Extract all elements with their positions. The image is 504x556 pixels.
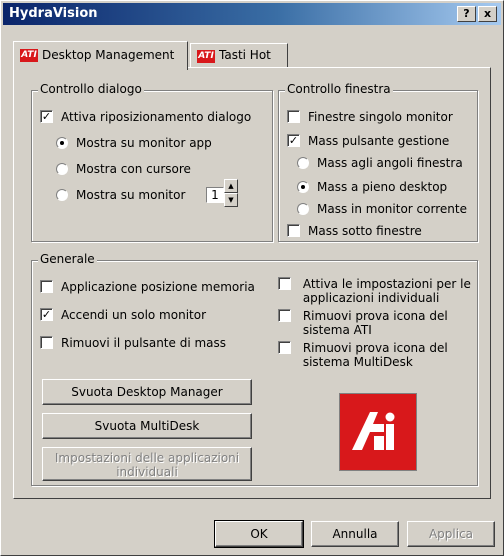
radio-selected[interactable]: [56, 136, 68, 149]
radio[interactable]: [56, 188, 68, 201]
group-title: Controllo finestra: [285, 82, 393, 96]
checkbox[interactable]: [40, 280, 53, 293]
close-button[interactable]: x: [478, 6, 497, 22]
radio[interactable]: [56, 162, 68, 175]
radio[interactable]: [297, 202, 309, 215]
radio-selected[interactable]: [297, 180, 309, 193]
help-button[interactable]: ?: [457, 6, 476, 22]
monitor-number-field[interactable]: 1: [206, 187, 224, 203]
group-title: Controllo dialogo: [38, 82, 144, 96]
hydravision-dialog: HydraVision ? x ATI Desktop Management A…: [0, 0, 504, 556]
radio-max-corners[interactable]: Mass agli angoli finestra: [297, 155, 463, 170]
tab-panel: Controllo dialogo ✓ Attiva riposizionamen…: [13, 67, 491, 499]
radio-cursor[interactable]: Mostra con cursore: [56, 161, 191, 176]
group-title: Generale: [38, 252, 97, 266]
enable-repositioning-checkbox[interactable]: ✓ Attiva riposizionamento dialogo: [40, 109, 251, 124]
remove-multidesk-icon-checkbox[interactable]: Rimuovi prova icona del sistema MultiDes…: [278, 341, 448, 369]
checkbox[interactable]: [278, 341, 291, 354]
radio-monitor[interactable]: Mostra su monitor: [56, 187, 185, 202]
radio-monitor-app[interactable]: Mostra su monitor app: [56, 135, 212, 150]
general-group: Generale Applicazione posizione memoria …: [31, 252, 478, 486]
tab-tasti-hot[interactable]: ATI Tasti Hot: [190, 43, 288, 68]
radio-max-full-desktop[interactable]: Mass a pieno desktop: [297, 179, 447, 194]
title-bar[interactable]: HydraVision ? x: [3, 3, 501, 25]
apply-button: Applica: [407, 521, 495, 547]
checkbox[interactable]: [278, 277, 291, 290]
clear-multidesk-button[interactable]: Svuota MultiDesk: [42, 413, 252, 439]
remove-max-button-checkbox[interactable]: Rimuovi il pulsante di mass: [40, 335, 226, 350]
per-app-settings-checkbox[interactable]: Attiva le impostazioni per le applicazio…: [278, 277, 471, 305]
checkbox-checked[interactable]: ✓: [40, 110, 53, 123]
ok-button[interactable]: OK: [214, 520, 304, 548]
clear-desktop-manager-button[interactable]: Svuota Desktop Manager: [42, 379, 252, 405]
checkbox-checked[interactable]: ✓: [40, 308, 53, 321]
ati-logo-icon: ATI: [197, 50, 215, 63]
ati-logo-icon: ATI: [20, 49, 38, 62]
checkbox-checked[interactable]: ✓: [287, 134, 300, 147]
remove-ati-icon-checkbox[interactable]: Rimuovi prova icona del sistema ATI: [278, 309, 448, 337]
memory-position-checkbox[interactable]: Applicazione posizione memoria: [40, 279, 255, 294]
window-control-group: Controllo finestra Finestre singolo moni…: [278, 82, 478, 242]
spin-up-button[interactable]: ▲: [224, 179, 238, 193]
single-monitor-checkbox[interactable]: Finestre singolo monitor: [287, 109, 453, 124]
tab-label: Desktop Management: [42, 48, 175, 62]
one-monitor-checkbox[interactable]: ✓ Accendi un solo monitor: [40, 307, 206, 322]
max-button-checkbox[interactable]: ✓ Mass pulsante gestione: [287, 133, 449, 148]
window-title: HydraVision: [9, 6, 98, 21]
max-below-checkbox[interactable]: Mass sotto finestre: [287, 223, 422, 238]
checkbox[interactable]: [287, 224, 300, 237]
checkbox[interactable]: [287, 110, 300, 123]
dialog-control-group: Controllo dialogo ✓ Attiva riposizionamen…: [31, 82, 273, 242]
tab-desktop-management[interactable]: ATI Desktop Management: [13, 41, 188, 70]
ati-logo-icon: [340, 394, 416, 470]
tab-label: Tasti Hot: [219, 48, 271, 62]
radio-max-current-monitor[interactable]: Mass in monitor corrente: [297, 201, 467, 216]
radio[interactable]: [297, 156, 309, 169]
checkbox[interactable]: [40, 336, 53, 349]
checkbox[interactable]: [278, 309, 291, 322]
spin-down-button[interactable]: ▼: [224, 193, 238, 207]
individual-app-settings-button: Impostazioni delle applicazioni individu…: [42, 447, 252, 481]
ati-logo: [339, 393, 417, 471]
cancel-button[interactable]: Annulla: [311, 521, 399, 547]
